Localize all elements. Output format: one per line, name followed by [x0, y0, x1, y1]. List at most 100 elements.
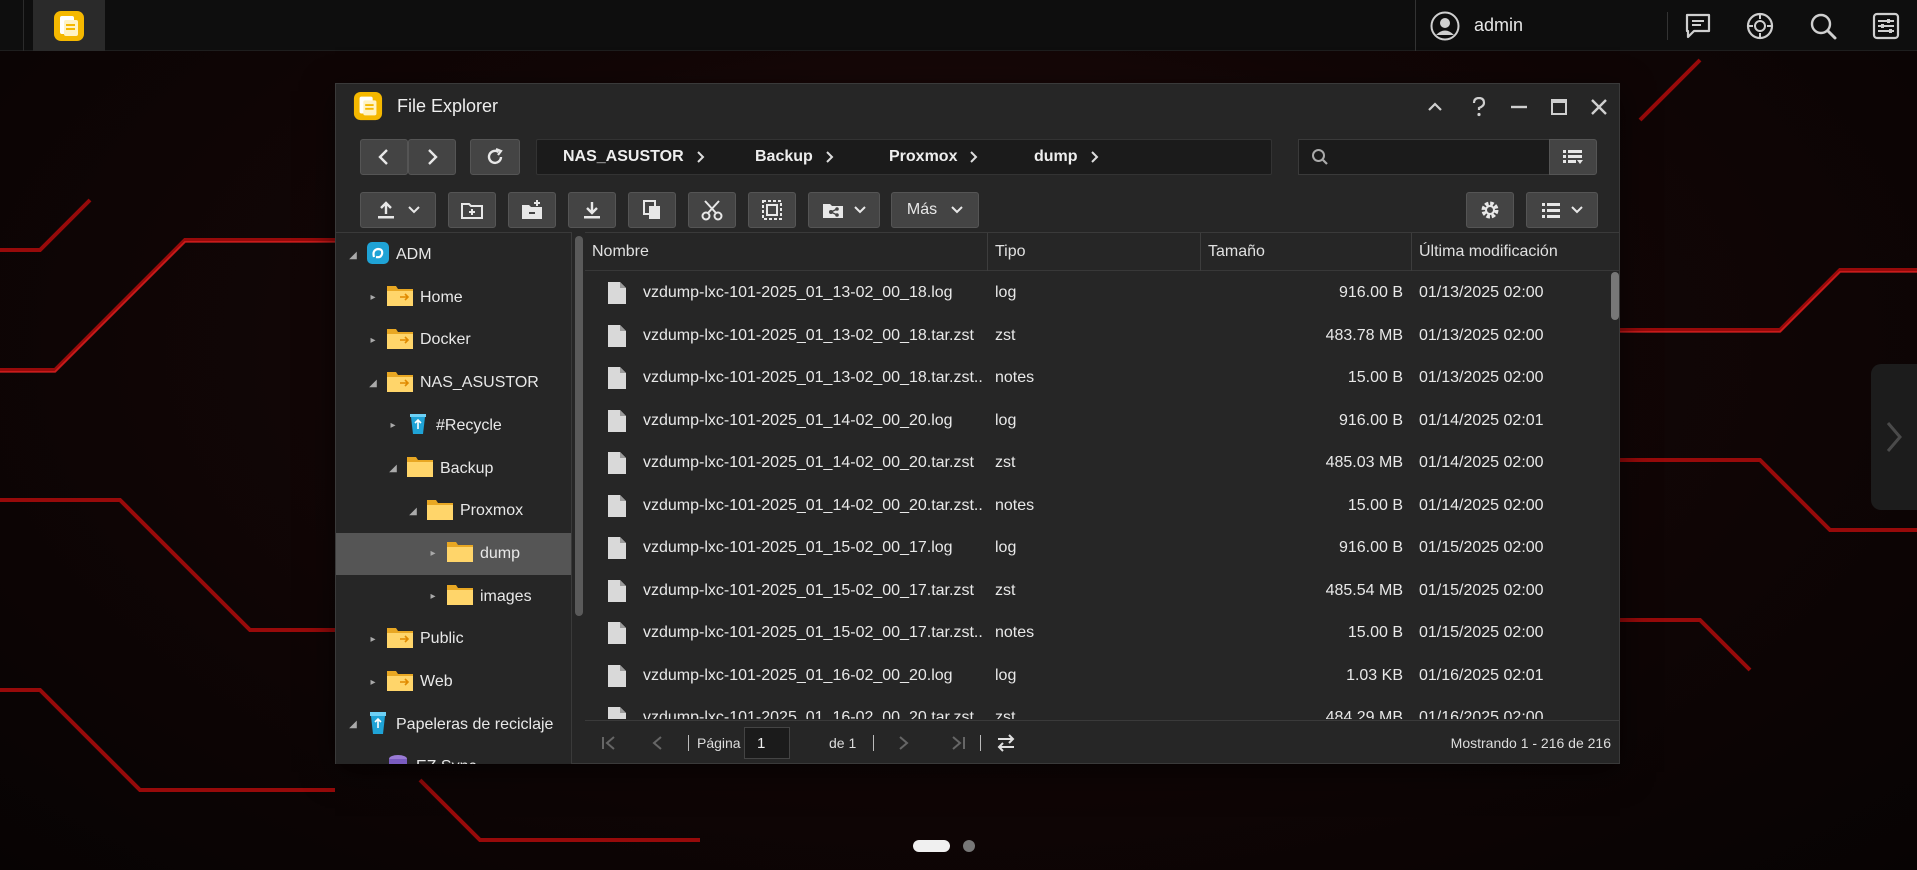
page-dot[interactable]: [963, 840, 975, 852]
reload-page-button[interactable]: [995, 721, 1017, 765]
back-button[interactable]: [360, 139, 408, 175]
breadcrumb-item[interactable]: NAS_ASUSTOR: [563, 148, 706, 166]
search-options-button[interactable]: [1549, 139, 1597, 175]
file-row[interactable]: vzdump-lxc-101-2025_01_13-02_00_18.tar.z…: [585, 357, 1605, 399]
expand-arrow-icon[interactable]: ▸: [426, 591, 440, 602]
page-dot-active[interactable]: [913, 840, 950, 852]
new-folder-button[interactable]: [448, 192, 496, 228]
select-all-button[interactable]: [748, 192, 796, 228]
expand-arrow-icon[interactable]: ▸: [366, 634, 380, 645]
refresh-button[interactable]: [470, 139, 520, 175]
file-type: notes: [995, 496, 1035, 514]
window-title: File Explorer: [397, 95, 499, 116]
messages-button[interactable]: [1682, 10, 1714, 42]
tree-node[interactable]: ▸ dump: [336, 532, 571, 575]
help-button[interactable]: [1464, 92, 1494, 122]
pager-divider: [688, 721, 689, 765]
tree-node[interactable]: ◢ Backup: [336, 448, 571, 490]
maximize-button[interactable]: [1544, 92, 1574, 122]
collapse-arrow-icon[interactable]: ◢: [386, 463, 400, 474]
collapse-arrow-icon[interactable]: ◢: [346, 719, 360, 730]
file-row[interactable]: vzdump-lxc-101-2025_01_16-02_00_20.tar.z…: [585, 697, 1605, 719]
forward-button[interactable]: [408, 139, 456, 175]
share-button[interactable]: [808, 192, 880, 228]
file-list-scrollbar[interactable]: [1611, 272, 1619, 320]
breadcrumb-item[interactable]: Backup: [755, 148, 835, 166]
copy-icon: [643, 200, 660, 219]
minimize-button[interactable]: [1504, 92, 1534, 122]
file-icon: [607, 366, 627, 395]
view-mode-button[interactable]: [1526, 192, 1598, 228]
file-modified: 01/13/2025 02:00: [1419, 284, 1544, 301]
file-size: 916.00 B: [1338, 284, 1403, 301]
more-button-label: Más: [906, 201, 938, 218]
breadcrumb-item[interactable]: Proxmox: [889, 148, 979, 166]
expand-arrow-icon[interactable]: ▸: [366, 335, 380, 346]
page-label: Página: [697, 735, 741, 751]
select-all-icon: [762, 200, 782, 220]
file-row[interactable]: vzdump-lxc-101-2025_01_15-02_00_17.tar.z…: [585, 570, 1605, 612]
search-button[interactable]: [1807, 10, 1839, 42]
expand-arrow-icon[interactable]: ▸: [366, 762, 380, 764]
user-menu[interactable]: admin: [1415, 0, 1523, 51]
expand-arrow-icon[interactable]: ▸: [366, 292, 380, 303]
tree-node[interactable]: ◢ ADM: [336, 234, 571, 276]
tree-node[interactable]: ▸ Home: [336, 277, 571, 319]
settings-button[interactable]: [1466, 192, 1514, 228]
previous-page-button[interactable]: [650, 721, 666, 765]
file-row[interactable]: vzdump-lxc-101-2025_01_16-02_00_20.log lo…: [585, 655, 1605, 697]
expand-arrow-icon[interactable]: ▸: [386, 420, 400, 431]
file-row[interactable]: vzdump-lxc-101-2025_01_15-02_00_17.tar.z…: [585, 612, 1605, 654]
file-type: zst: [995, 326, 1016, 344]
more-button[interactable]: Más: [891, 192, 979, 228]
window-titlebar[interactable]: File Explorer: [336, 84, 1619, 128]
tree-node[interactable]: ◢ Proxmox: [336, 490, 571, 532]
next-page-button[interactable]: [895, 721, 911, 765]
tree-node[interactable]: ▸ EZ Sync: [336, 746, 571, 764]
new-share-folder-button[interactable]: [508, 192, 556, 228]
close-button[interactable]: [1584, 92, 1614, 122]
first-page-button[interactable]: [601, 721, 617, 765]
collapse-button[interactable]: [1420, 92, 1450, 122]
collapse-arrow-icon[interactable]: ◢: [346, 250, 360, 261]
file-row[interactable]: vzdump-lxc-101-2025_01_14-02_00_20.tar.z…: [585, 442, 1605, 484]
cut-button[interactable]: [688, 192, 736, 228]
collapse-arrow-icon[interactable]: ◢: [366, 378, 380, 389]
expand-arrow-icon[interactable]: ▸: [426, 548, 440, 559]
file-row[interactable]: vzdump-lxc-101-2025_01_14-02_00_20.tar.z…: [585, 485, 1605, 527]
search-icon: [1312, 149, 1328, 165]
swap-arrows-icon: [997, 734, 1015, 752]
file-row[interactable]: vzdump-lxc-101-2025_01_13-02_00_18.log lo…: [585, 272, 1605, 314]
column-header-type[interactable]: Tipo: [988, 233, 1201, 271]
column-header-size[interactable]: Tamaño: [1201, 233, 1412, 271]
tree-scrollbar[interactable]: [575, 236, 583, 616]
settings-button[interactable]: [1870, 10, 1902, 42]
copy-button[interactable]: [628, 192, 676, 228]
file-type: zst: [995, 709, 1016, 719]
upload-button[interactable]: [360, 192, 436, 228]
tree-node[interactable]: ▸ Public: [336, 618, 571, 660]
desktop-page-indicator: [913, 840, 975, 852]
dashboard-button[interactable]: [1744, 10, 1776, 42]
tree-node[interactable]: ◢ NAS_ASUSTOR: [336, 362, 571, 404]
expand-arrow-icon[interactable]: ▸: [366, 677, 380, 688]
tree-node-label: Public: [420, 630, 464, 648]
tree-node[interactable]: ◢ Papeleras de reciclaje: [336, 704, 571, 746]
file-row[interactable]: vzdump-lxc-101-2025_01_13-02_00_18.tar.z…: [585, 315, 1605, 357]
download-button[interactable]: [568, 192, 616, 228]
side-panel-handle[interactable]: [1871, 364, 1917, 510]
taskbar-file-explorer-tab[interactable]: [33, 0, 105, 51]
tree-node[interactable]: ▸ Web: [336, 661, 571, 703]
tree-node[interactable]: ▸ images: [336, 576, 571, 618]
file-row[interactable]: vzdump-lxc-101-2025_01_14-02_00_20.log lo…: [585, 400, 1605, 442]
tree-node[interactable]: ▸ Docker: [336, 319, 571, 361]
last-page-button[interactable]: [950, 721, 966, 765]
file-row[interactable]: vzdump-lxc-101-2025_01_15-02_00_17.log lo…: [585, 527, 1605, 569]
page-number-input[interactable]: [744, 727, 790, 759]
breadcrumb-item-current[interactable]: dump: [1034, 148, 1100, 166]
column-header-name[interactable]: Nombre: [585, 233, 988, 271]
tree-node[interactable]: ▸ #Recycle: [336, 405, 571, 447]
search-input[interactable]: [1339, 148, 1539, 166]
column-header-modified[interactable]: Última modificación: [1412, 233, 1612, 271]
collapse-arrow-icon[interactable]: ◢: [406, 506, 420, 517]
